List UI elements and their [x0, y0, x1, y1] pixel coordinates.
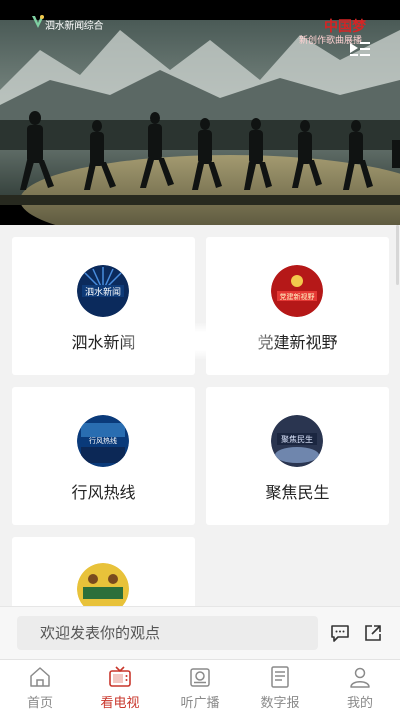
tab-home[interactable]: 首页	[0, 660, 80, 711]
program-logo-image: 党建新视野	[271, 265, 323, 317]
tab-radio[interactable]: 听广播	[160, 660, 240, 711]
program-logo-image: 泗水新闻	[77, 265, 129, 317]
loading-shimmer	[120, 323, 280, 359]
comment-icon[interactable]	[330, 623, 350, 643]
tab-profile[interactable]: 我的	[320, 660, 400, 711]
tab-label: 我的	[346, 696, 373, 711]
tv-icon	[109, 666, 131, 687]
program-logo-image	[77, 563, 129, 606]
program-card-4[interactable]	[12, 537, 195, 606]
program-card-2[interactable]: 行风热线 行风热线	[12, 387, 195, 525]
app-screen: 泗水新闻综合 中国梦 新创作歌曲展播 泗水新闻 泗水新闻 党建新视野 党建新视野…	[0, 0, 400, 711]
program-card-3[interactable]: 聚焦民生 聚焦民生	[206, 387, 389, 525]
program-logo	[77, 563, 129, 606]
program-logo-text: 行风热线	[89, 436, 117, 445]
program-logo: 行风热线	[77, 415, 129, 467]
comment-bar: 欢迎发表你的观点	[0, 606, 400, 659]
home-icon	[30, 667, 50, 687]
program-logo-text: 聚焦民生	[281, 434, 313, 444]
program-logo-text: 泗水新闻	[85, 286, 121, 298]
radio-icon	[190, 668, 210, 687]
bottom-tab-bar: 首页 看电视 听广播 数字报 我的	[0, 659, 400, 711]
newspaper-icon	[271, 666, 289, 688]
channel-name: 泗水新闻综合	[45, 21, 104, 32]
scrollbar[interactable]	[396, 225, 399, 285]
tab-label: 听广播	[180, 696, 220, 711]
tab-newspaper[interactable]: 数字报	[240, 660, 320, 711]
program-grid: 泗水新闻 泗水新闻 党建新视野 党建新视野 行风热线 行风热线 聚焦民生 聚焦民…	[0, 225, 400, 606]
program-logo-image: 聚焦民生	[271, 415, 323, 467]
program-logo: 党建新视野	[271, 265, 323, 317]
tab-label: 首页	[26, 696, 53, 711]
program-logo-image: 行风热线	[77, 415, 129, 467]
tab-tv[interactable]: 看电视	[80, 660, 160, 711]
tab-label: 数字报	[260, 696, 300, 711]
video-player[interactable]: 泗水新闻综合 中国梦 新创作歌曲展播	[0, 0, 400, 225]
tab-label: 看电视	[100, 696, 140, 711]
share-icon[interactable]	[363, 623, 383, 643]
comment-input[interactable]: 欢迎发表你的观点	[17, 616, 318, 650]
playlist-icon[interactable]	[349, 40, 371, 58]
program-title: 行风热线	[71, 483, 136, 502]
user-icon	[350, 667, 370, 688]
program-logo: 泗水新闻	[77, 265, 129, 317]
channel-logo-icon	[32, 15, 44, 28]
program-logo: 聚焦民生	[271, 415, 323, 467]
program-title: 聚焦民生	[265, 483, 330, 502]
program-logo-text: 党建新视野	[280, 292, 315, 301]
